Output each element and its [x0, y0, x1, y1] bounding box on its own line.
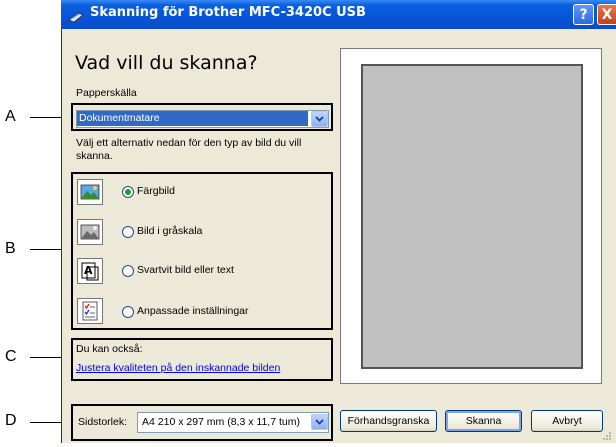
- adjust-quality-link[interactable]: Justera kvaliteten på den inskannade bil…: [76, 362, 280, 374]
- page-size-label: Sidstorlek:: [78, 416, 128, 428]
- bw-text-icon[interactable]: A: [77, 258, 103, 284]
- help-button[interactable]: ?: [573, 4, 594, 25]
- preview-page-area[interactable]: [361, 64, 583, 369]
- custom-settings-icon[interactable]: [77, 298, 103, 324]
- page-title: Vad vill du skanna?: [75, 52, 258, 74]
- radio-bw[interactable]: [122, 265, 134, 277]
- svg-text:A: A: [84, 264, 93, 277]
- resize-grip-icon[interactable]: [600, 428, 612, 440]
- paper-source-value[interactable]: Dokumentmatare: [77, 111, 308, 126]
- preview-button[interactable]: Förhandsgranska: [340, 410, 437, 432]
- paper-source-label: Papperskälla: [76, 87, 137, 99]
- radio-custom[interactable]: [122, 306, 134, 318]
- grayscale-photo-icon[interactable]: [77, 219, 103, 245]
- radio-grayscale[interactable]: [122, 226, 134, 238]
- page-size-dropdown-button[interactable]: [311, 414, 328, 430]
- option-label-color[interactable]: Färgbild: [137, 185, 175, 197]
- instructions-text: Välj ett alternativ nedan för den typ av…: [76, 137, 302, 162]
- color-photo-icon[interactable]: [77, 179, 103, 205]
- callout-letter-b: B: [5, 240, 16, 257]
- chevron-down-icon: [315, 116, 324, 122]
- option-label-custom[interactable]: Anpassade inställningar: [137, 305, 249, 317]
- page-size-value[interactable]: A4 210 x 297 mm (8,3 x 11,7 tum): [142, 416, 310, 428]
- callout-letter-c: C: [5, 348, 17, 365]
- option-label-grayscale[interactable]: Bild i gråskala: [137, 225, 202, 237]
- radio-color[interactable]: [122, 186, 134, 198]
- close-button[interactable]: X: [597, 4, 616, 25]
- chevron-down-icon: [315, 419, 324, 425]
- window-title: Skanning för Brother MFC-3420C USB: [90, 5, 366, 20]
- cancel-button[interactable]: Avbryt: [531, 410, 603, 432]
- scan-button[interactable]: Skanna: [445, 410, 522, 432]
- scanner-icon: [68, 8, 84, 23]
- also-label: Du kan också:: [76, 343, 143, 355]
- option-label-bw[interactable]: Svartvit bild eller text: [137, 264, 234, 276]
- callout-letter-d: D: [5, 412, 17, 429]
- callout-letter-a: A: [5, 108, 16, 125]
- paper-source-dropdown-button[interactable]: [311, 111, 328, 127]
